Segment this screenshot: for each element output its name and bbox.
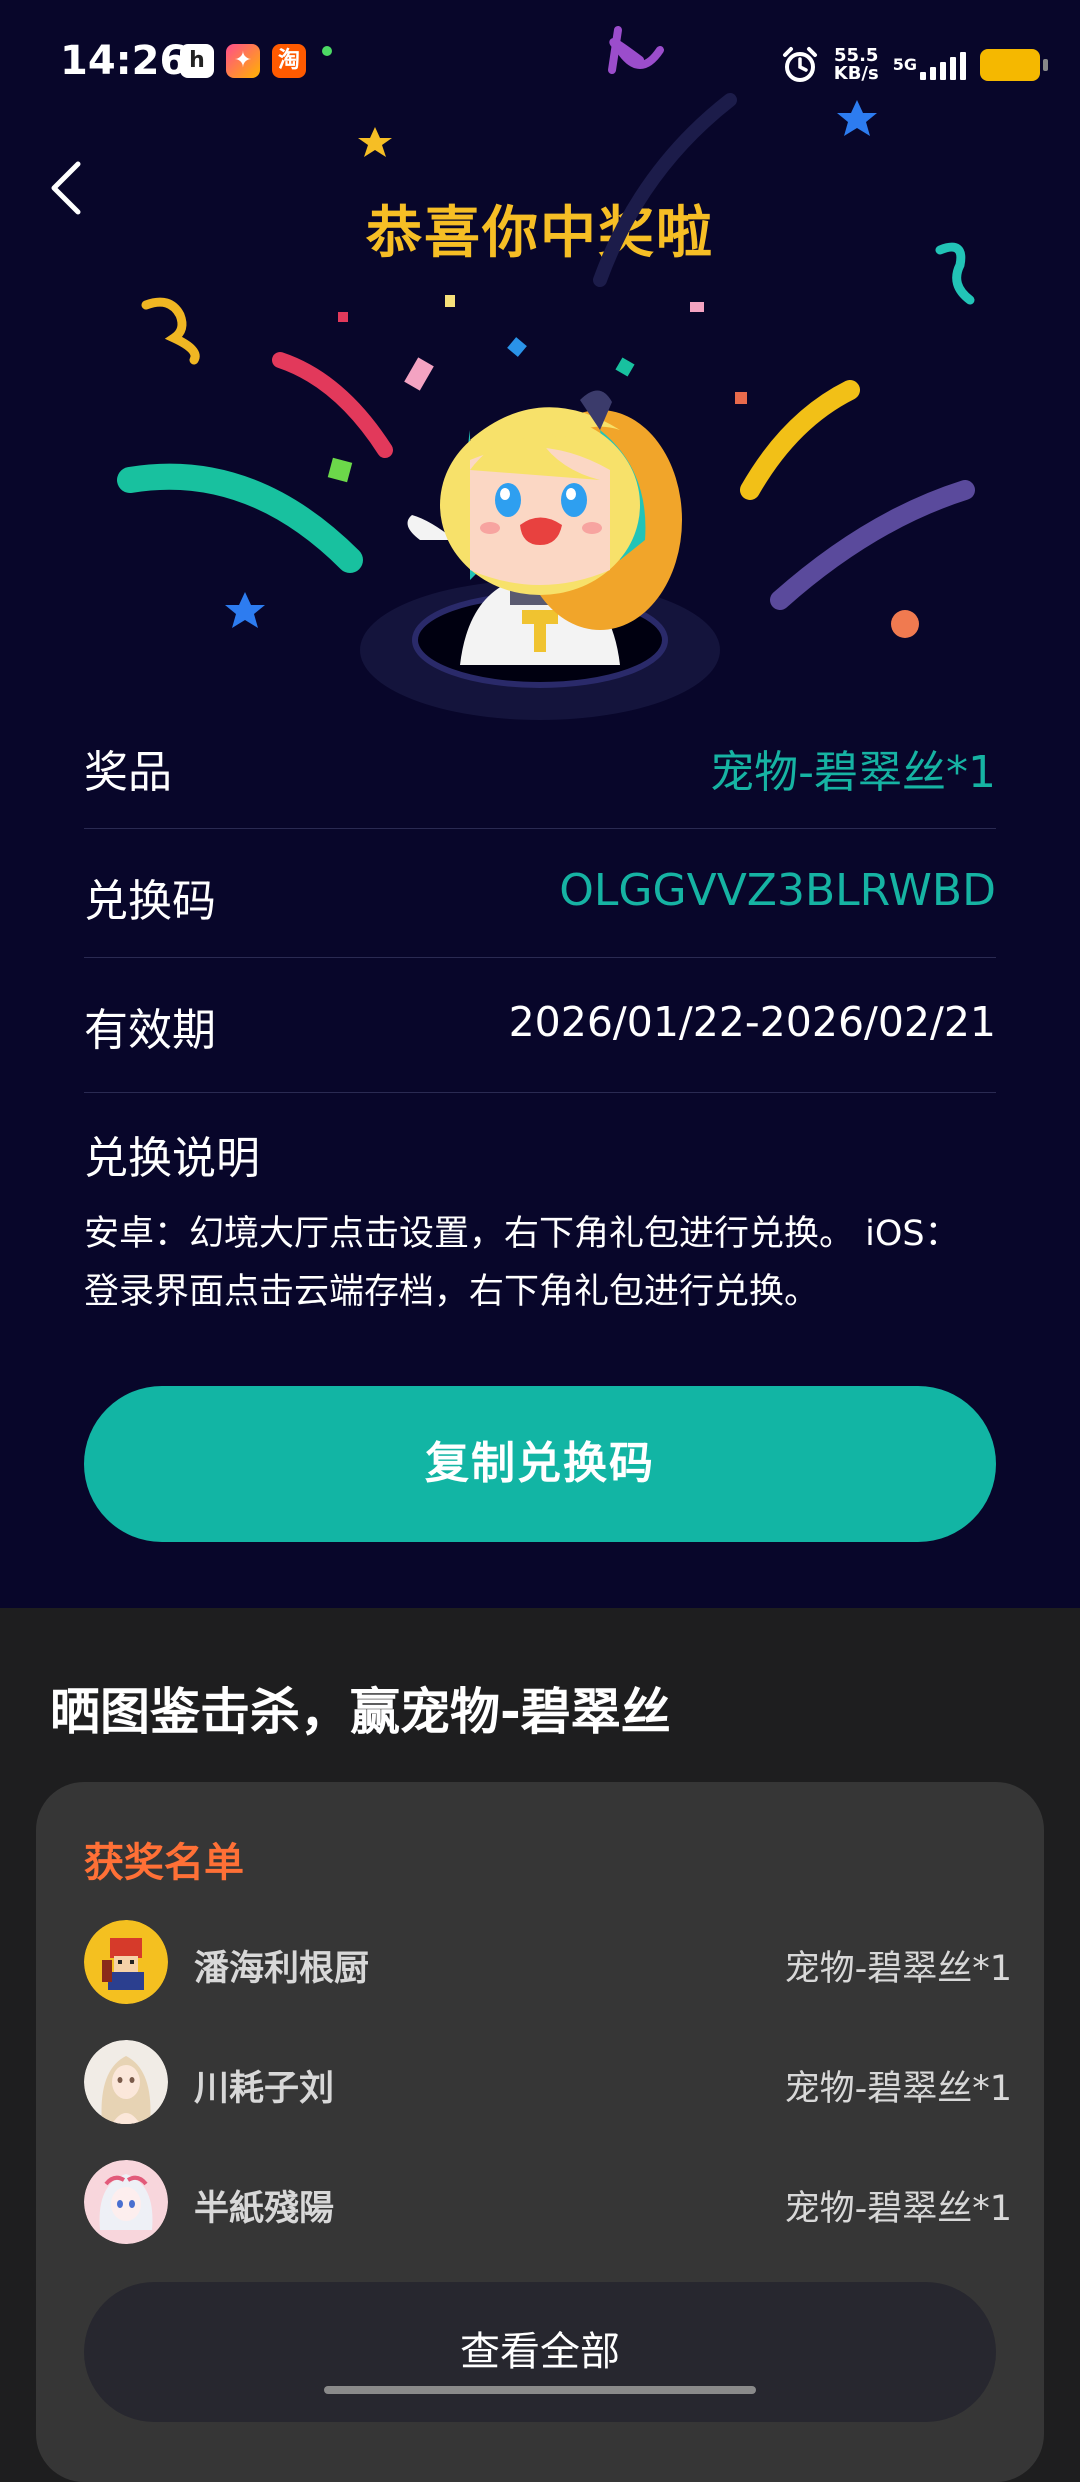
- streamer-green: [117, 463, 363, 573]
- winner-name: 潘海利根厨: [194, 1949, 370, 1989]
- decor-arc: [593, 93, 737, 287]
- confetti-teal: [615, 357, 635, 377]
- winner-item[interactable]: 潘海利根厨 宠物-碧翠丝*1: [84, 1920, 1012, 2006]
- confetti-orange-small: [735, 392, 747, 404]
- instructions-title: 兑换说明: [84, 1133, 260, 1184]
- star-yellow-icon: [358, 127, 392, 157]
- validity-row: 有效期 2026/01/22-2026/02/21: [84, 958, 996, 1093]
- copy-code-button[interactable]: 复制兑换码: [84, 1386, 996, 1542]
- confetti-curl-purple-b: [608, 26, 622, 74]
- validity-label: 有效期: [84, 1005, 216, 1056]
- winner-name: 川耗子刘: [194, 2069, 335, 2109]
- winners-card: 获奖名单 潘海利根厨 宠物-碧翠丝*1 川耗子刘 宠物-碧翠丝*1 半紙殘陽 宠…: [36, 1782, 1044, 2482]
- instructions-line-1: 安卓：幻境大厅点击设置，右下角礼包进行兑换。 iOS：: [84, 1214, 960, 1254]
- winners-title: 获奖名单: [84, 1840, 244, 1886]
- confetti-red-small: [338, 312, 348, 322]
- redeem-code-value[interactable]: OLGGVVZ3BLRWBD: [559, 865, 996, 916]
- streamer-purple: [770, 480, 975, 610]
- view-all-button[interactable]: 查看全部: [84, 2282, 996, 2422]
- prize-value: 宠物-碧翠丝*1: [710, 747, 996, 798]
- confetti-yellow-small: [445, 295, 455, 307]
- prize-label: 奖品: [84, 747, 172, 798]
- confetti-square-green: [327, 457, 353, 483]
- prize-panel: 14:26 h ✦ 淘 55.5 KB/s 5G 恭喜你中奖啦 奖品 宠物-碧翠…: [0, 0, 1080, 1608]
- confetti-dot-orange: [891, 610, 919, 638]
- confetti-curl-purple: [609, 38, 664, 69]
- streamer-red: [272, 352, 393, 458]
- winner-name: 半紙殘陽: [194, 2189, 335, 2229]
- confetti-blue: [507, 337, 527, 357]
- star-blue-icon: [837, 100, 877, 136]
- winner-prize: 宠物-碧翠丝*1: [784, 1949, 1012, 1989]
- star-blue-small-icon: [225, 592, 265, 628]
- confetti-squiggle-yellow: [141, 297, 200, 365]
- winner-prize: 宠物-碧翠丝*1: [784, 2189, 1012, 2229]
- winner-prize: 宠物-碧翠丝*1: [784, 2069, 1012, 2109]
- promo-title: 晒图鉴击杀，赢宠物-碧翠丝: [50, 1683, 671, 1741]
- instructions-text: 安卓：幻境大厅点击设置，右下角礼包进行兑换。 iOS： 登录界面点击云端存档，右…: [84, 1205, 1004, 1321]
- validity-value: 2026/01/22-2026/02/21: [508, 998, 996, 1046]
- celebration-illustration: [117, 26, 975, 720]
- winner-item[interactable]: 半紙殘陽 宠物-碧翠丝*1: [84, 2160, 1012, 2246]
- redeem-code-row: 兑换码 OLGGVVZ3BLRWBD: [84, 829, 996, 958]
- confetti-squiggle-teal: [935, 242, 975, 305]
- avatar: [84, 1920, 168, 2004]
- avatar: [84, 2040, 168, 2124]
- instructions-line-2: 登录界面点击云端存档，右下角礼包进行兑换。: [84, 1272, 820, 1312]
- streamer-yellow: [740, 380, 860, 500]
- confetti-pink-small: [690, 302, 704, 312]
- redeem-code-label: 兑换码: [84, 876, 216, 927]
- confetti-pink: [404, 357, 434, 391]
- prize-row: 奖品 宠物-碧翠丝*1: [84, 700, 996, 829]
- winner-item[interactable]: 川耗子刘 宠物-碧翠丝*1: [84, 2040, 1012, 2126]
- home-indicator[interactable]: [324, 2386, 756, 2394]
- avatar: [84, 2160, 168, 2244]
- prize-details: 奖品 宠物-碧翠丝*1 兑换码 OLGGVVZ3BLRWBD 有效期 2026/…: [84, 700, 996, 1093]
